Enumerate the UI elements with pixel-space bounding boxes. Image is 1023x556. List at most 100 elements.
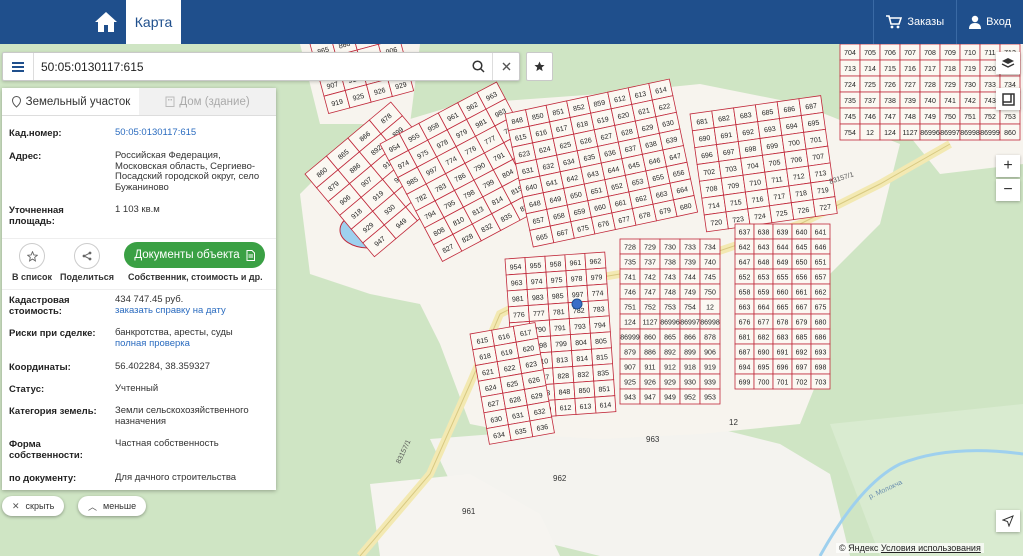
parcel-number: 929 <box>664 380 676 387</box>
parcel-number: 714 <box>864 66 876 73</box>
parcel-number: 643 <box>758 245 770 252</box>
cad-value-value: 434 747.45 руб. <box>115 294 184 305</box>
terms-link[interactable]: Условия использования <box>881 543 981 553</box>
parcel-number: 799 <box>555 341 567 349</box>
parcel-number: 926 <box>644 380 656 387</box>
parcel-number: 678 <box>777 320 789 327</box>
parcel-number: 679 <box>796 320 808 327</box>
parcel-number: 949 <box>664 395 676 402</box>
parcel-number: 650 <box>796 260 808 267</box>
parcel-number: 675 <box>815 305 827 312</box>
row-cad-number: Кад.номер: 50:05:0130117:615 <box>9 127 271 142</box>
search-button[interactable] <box>465 53 491 80</box>
parcel-number: 645 <box>796 245 808 252</box>
parcel-number: 962 <box>589 258 601 266</box>
parcel-number: 740 <box>924 98 936 105</box>
ownership-value: Частная собственность <box>115 438 219 449</box>
row-cad-value: Кадастровая стоимость: 434 747.45 руб. з… <box>9 294 271 319</box>
hamburger-icon <box>12 61 24 72</box>
tab-land-plot[interactable]: Земельный участок <box>2 88 139 115</box>
navigation-arrow-icon <box>1002 515 1014 527</box>
parcel-number: 720 <box>984 66 996 73</box>
row-coords: Координаты: 56.402284, 38.359327 <box>9 361 271 374</box>
order-certificate-link[interactable]: заказать справку на дату <box>115 305 265 317</box>
parcel-number: 724 <box>844 82 856 89</box>
parcel-number: 685 <box>796 335 808 342</box>
documents-button[interactable]: Документы объекта <box>124 242 265 268</box>
parcel-number: 696 <box>777 365 789 372</box>
row-category: Категория земель: Земли сельскохозяйстве… <box>9 405 271 430</box>
parcel-number: 866 <box>684 335 696 342</box>
action-bar: В список Поделиться Документы объекта Со… <box>2 238 276 290</box>
row-ownership: Форма собственности: Частная собственнос… <box>9 438 271 463</box>
parcel-number: 753 <box>1004 114 1016 121</box>
tab-map[interactable]: Карта <box>126 0 181 44</box>
search-box <box>2 52 520 81</box>
parcel-number: 749 <box>684 290 696 297</box>
parcel-number: 955 <box>530 262 542 270</box>
chevron-up-icon: ︿ <box>88 501 98 512</box>
parcel-number: 961 <box>569 260 581 268</box>
parcel-number: 713 <box>844 66 856 73</box>
parcel-number: 698 <box>815 365 827 372</box>
parcel-number: 828 <box>557 373 569 381</box>
parcel-number: 694 <box>739 365 751 372</box>
area-label: Уточненная площадь: <box>9 205 64 227</box>
parcel-number: 742 <box>964 98 976 105</box>
parcel-number: 815 <box>596 354 608 362</box>
parcel-number: 907 <box>624 365 636 372</box>
home-button[interactable] <box>86 0 126 44</box>
collapse-panel-button[interactable]: ︿ меньше <box>78 496 147 516</box>
share-button[interactable] <box>74 243 100 269</box>
orders-button[interactable]: Заказы <box>873 0 956 44</box>
area-value: 1 103 кв.м <box>115 204 160 215</box>
parcel-number: 691 <box>777 350 789 357</box>
parcel-number: 804 <box>575 339 587 347</box>
parcel-number: 728 <box>624 245 636 252</box>
parcel-number: 711 <box>984 50 995 57</box>
star-icon <box>534 61 545 72</box>
locate-button[interactable] <box>996 510 1020 532</box>
tab-building-label: Дом (здание) <box>179 95 250 108</box>
parcel-number: 726 <box>884 82 896 89</box>
parcel-number: 690 <box>758 350 770 357</box>
parcel-info-panel: Земельный участок Дом (здание) Кад.номер… <box>2 88 276 490</box>
selected-parcel-marker[interactable] <box>571 298 583 310</box>
full-check-link[interactable]: полная проверка <box>115 338 265 350</box>
row-doc-use: по документу: Для дачного строительства <box>9 472 271 485</box>
document-icon <box>246 249 255 261</box>
zoom-in-button[interactable]: + <box>996 155 1020 177</box>
row-status: Статус: Учтенный <box>9 383 271 396</box>
ruler-button[interactable] <box>996 88 1020 110</box>
land-icon <box>11 95 21 108</box>
parcel-number: 709 <box>944 50 956 57</box>
coords-label: Координаты: <box>9 362 71 373</box>
parcel-number: 742 <box>644 275 656 282</box>
parcel-number: 718 <box>944 66 956 73</box>
cad-number-value[interactable]: 50:05:0130117:615 <box>115 127 265 139</box>
parcel-number: 86998 <box>960 130 980 137</box>
zoom-out-button[interactable]: − <box>996 179 1020 201</box>
parcel-number: 813 <box>556 357 568 365</box>
parcel-number: 86997 <box>680 320 700 327</box>
parcel-number: 647 <box>739 260 751 267</box>
login-button[interactable]: Вход <box>956 0 1023 44</box>
parcel-number: 754 <box>684 305 696 312</box>
add-to-list-label: В список <box>12 272 52 282</box>
parcel-number: 716 <box>904 66 916 73</box>
parcel-number: 12 <box>706 305 714 312</box>
add-to-list-button[interactable] <box>19 243 45 269</box>
search-input[interactable] <box>39 57 443 77</box>
parcel-number: 851 <box>598 386 610 394</box>
parcel-number: 743 <box>984 98 996 105</box>
bookmark-button[interactable] <box>526 52 553 81</box>
tab-building[interactable]: Дом (здание) <box>139 88 276 115</box>
menu-button[interactable] <box>3 53 34 80</box>
attribution-brand: © Яндекс <box>839 543 879 553</box>
clear-search-button[interactable] <box>492 53 519 80</box>
parcel-number: 735 <box>844 98 856 105</box>
parcel-number: 639 <box>777 230 789 237</box>
hide-panel-button[interactable]: ✕ скрыть <box>2 496 65 516</box>
parcel-number: 805 <box>595 338 607 346</box>
layers-button[interactable] <box>996 52 1020 74</box>
